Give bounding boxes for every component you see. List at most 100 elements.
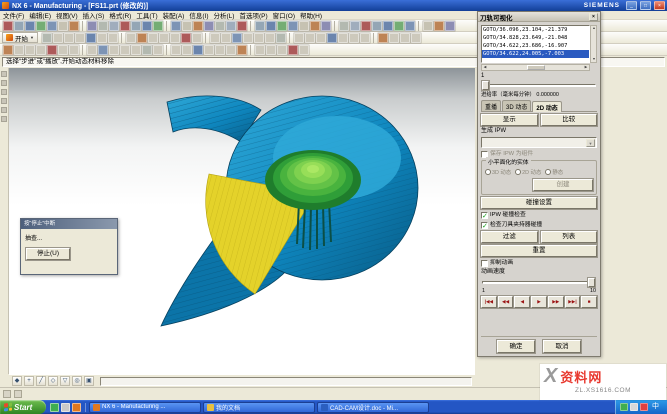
toolbar-icon[interactable] bbox=[266, 45, 276, 55]
goto-list[interactable]: GOTO/36.096,23.104,-21.379GOTO/34.828,23… bbox=[481, 25, 590, 63]
toolbar-icon[interactable] bbox=[237, 21, 247, 31]
toolbar-icon[interactable] bbox=[171, 45, 181, 55]
toolbar-icon[interactable] bbox=[36, 45, 46, 55]
circle-snap-icon[interactable]: ◎ bbox=[72, 376, 82, 386]
show-button[interactable]: 显示 bbox=[481, 114, 538, 126]
collision-settings-button[interactable]: 碰撞设置 bbox=[481, 197, 597, 209]
toolbar-icon[interactable] bbox=[204, 45, 214, 55]
horizontal-scrollbar[interactable]: ◀ ▶ bbox=[481, 64, 590, 71]
line-snap-icon[interactable]: ╱ bbox=[36, 376, 46, 386]
toolbar-icon[interactable] bbox=[42, 33, 52, 43]
toolbar-icon[interactable] bbox=[232, 33, 242, 43]
crosshair-icon[interactable]: + bbox=[24, 376, 34, 386]
toolbar-icon[interactable] bbox=[389, 33, 399, 43]
toolbar-icon[interactable] bbox=[215, 45, 225, 55]
toolbar-icon[interactable] bbox=[131, 21, 141, 31]
toolbar-icon[interactable] bbox=[137, 33, 147, 43]
playback-play-button[interactable]: ▶ bbox=[531, 296, 547, 308]
toolbar-icon[interactable] bbox=[159, 33, 169, 43]
tab-2[interactable]: 3D 动态 bbox=[502, 100, 531, 111]
toolbar-icon[interactable] bbox=[277, 45, 287, 55]
list-button[interactable]: 列表 bbox=[541, 231, 598, 243]
menu-item[interactable]: 视图(V) bbox=[56, 10, 78, 20]
taskbar-task[interactable]: CAD-CAM设计.doc - Mi... bbox=[317, 402, 429, 413]
close-button[interactable]: × bbox=[654, 1, 665, 10]
toolbar-icon[interactable] bbox=[53, 33, 63, 43]
goto-line[interactable]: GOTO/36.096,23.104,-21.379 bbox=[482, 26, 589, 34]
goto-line[interactable]: GOTO/34.828,23.649,-21.048 bbox=[482, 34, 589, 42]
toolbar-icon[interactable] bbox=[265, 33, 275, 43]
toolbar-icon[interactable] bbox=[87, 21, 97, 31]
playback-rewind-button[interactable]: ◀◀ bbox=[498, 296, 514, 308]
start-menu-button[interactable]: 开始 ▼ bbox=[2, 32, 38, 43]
dialog-title-bar[interactable]: 刀轨可视化 × bbox=[478, 12, 600, 22]
toolbar-icon[interactable] bbox=[109, 45, 119, 55]
toolbar-icon[interactable] bbox=[97, 33, 107, 43]
resource-bar-icon[interactable] bbox=[1, 80, 7, 86]
toolbar-icon[interactable] bbox=[411, 33, 421, 43]
toolbar-icon[interactable] bbox=[378, 33, 388, 43]
create-button[interactable]: 创建 bbox=[533, 179, 593, 191]
toolbar-icon[interactable] bbox=[405, 21, 415, 31]
toolbar-icon[interactable] bbox=[276, 33, 286, 43]
scroll-down-icon[interactable]: ▼ bbox=[591, 57, 597, 62]
toolbar-icon[interactable] bbox=[327, 33, 337, 43]
playback-go-to-end-button[interactable]: ▶▶| bbox=[565, 296, 581, 308]
reset-button[interactable]: 重置 bbox=[481, 245, 597, 257]
toolbar-icon[interactable] bbox=[310, 21, 320, 31]
scrollbar-thumb[interactable] bbox=[527, 65, 545, 70]
graphics-viewport[interactable]: 按“停止”中断 抽查... 停止(U) bbox=[9, 68, 475, 374]
menu-item[interactable]: 装配(A) bbox=[163, 10, 185, 20]
toolbar-icon[interactable] bbox=[294, 33, 304, 43]
menu-item[interactable]: 文件(F) bbox=[3, 10, 24, 20]
toolbar-icon[interactable] bbox=[193, 45, 203, 55]
tray-icon[interactable] bbox=[630, 403, 638, 411]
menu-item[interactable]: 格式(R) bbox=[109, 10, 131, 20]
goto-line[interactable]: GOTO/34.622,24.005,-7.003 bbox=[482, 50, 589, 58]
facet-radio[interactable]: 2D 动态 bbox=[515, 168, 541, 176]
toolbar-icon[interactable] bbox=[226, 45, 236, 55]
toolbar-icon[interactable] bbox=[14, 21, 24, 31]
toolbar-icon[interactable] bbox=[126, 33, 136, 43]
tab-1[interactable]: 重播 bbox=[481, 100, 501, 111]
cancel-button[interactable]: 取消 bbox=[543, 340, 581, 353]
toolbar-icon[interactable] bbox=[350, 21, 360, 31]
toolbar-icon[interactable] bbox=[349, 33, 359, 43]
toolbar-icon[interactable] bbox=[394, 21, 404, 31]
toolbar-icon[interactable] bbox=[87, 45, 97, 55]
playback-stop-button[interactable]: ■ bbox=[581, 296, 597, 308]
toolbar-icon[interactable] bbox=[25, 45, 35, 55]
resource-bar-icon[interactable] bbox=[1, 71, 7, 77]
toolbar-icon[interactable] bbox=[182, 45, 192, 55]
toolbar-icon[interactable] bbox=[181, 33, 191, 43]
grid-snap-icon[interactable]: ▣ bbox=[84, 376, 94, 386]
dialog-close-icon[interactable]: × bbox=[589, 13, 598, 21]
toolbar-icon[interactable] bbox=[142, 45, 152, 55]
taskbar-task[interactable]: NX 6 - Manufacturing ... bbox=[89, 402, 201, 413]
vertical-scrollbar[interactable]: ▲ ▼ bbox=[590, 25, 597, 63]
start-button[interactable]: Start bbox=[0, 400, 46, 414]
suppress-animation-checkbox[interactable]: 抑制动画 bbox=[481, 259, 597, 267]
playback-go-to-start-button[interactable]: |◀◀ bbox=[481, 296, 497, 308]
toolbar-icon[interactable] bbox=[58, 21, 68, 31]
stop-button[interactable]: 停止(U) bbox=[26, 248, 70, 260]
language-indicator[interactable]: 中 bbox=[650, 400, 661, 414]
quicklaunch-icon[interactable] bbox=[50, 403, 59, 412]
toolbar-icon[interactable] bbox=[182, 21, 192, 31]
toolbar-icon[interactable] bbox=[3, 21, 13, 31]
quicklaunch-icon[interactable] bbox=[61, 403, 70, 412]
toolbar-icon[interactable] bbox=[120, 45, 130, 55]
toolbar-icon[interactable] bbox=[153, 45, 163, 55]
toolbar-icon[interactable] bbox=[255, 45, 265, 55]
toolbar-icon[interactable] bbox=[215, 21, 225, 31]
holder-collision-check-checkbox[interactable]: ✓ 检查刀具夹持器碰撞 bbox=[481, 221, 597, 229]
toolbar-icon[interactable] bbox=[47, 21, 57, 31]
toolbar-icon[interactable] bbox=[434, 21, 444, 31]
toolbar-icon[interactable] bbox=[277, 21, 287, 31]
toolbar-icon[interactable] bbox=[221, 33, 231, 43]
toolbar-icon[interactable] bbox=[98, 21, 108, 31]
menu-item[interactable]: 分析(L) bbox=[213, 10, 234, 20]
toolbar-icon[interactable] bbox=[299, 21, 309, 31]
toolbar-icon[interactable] bbox=[361, 21, 371, 31]
animation-speed-slider[interactable] bbox=[481, 278, 597, 287]
